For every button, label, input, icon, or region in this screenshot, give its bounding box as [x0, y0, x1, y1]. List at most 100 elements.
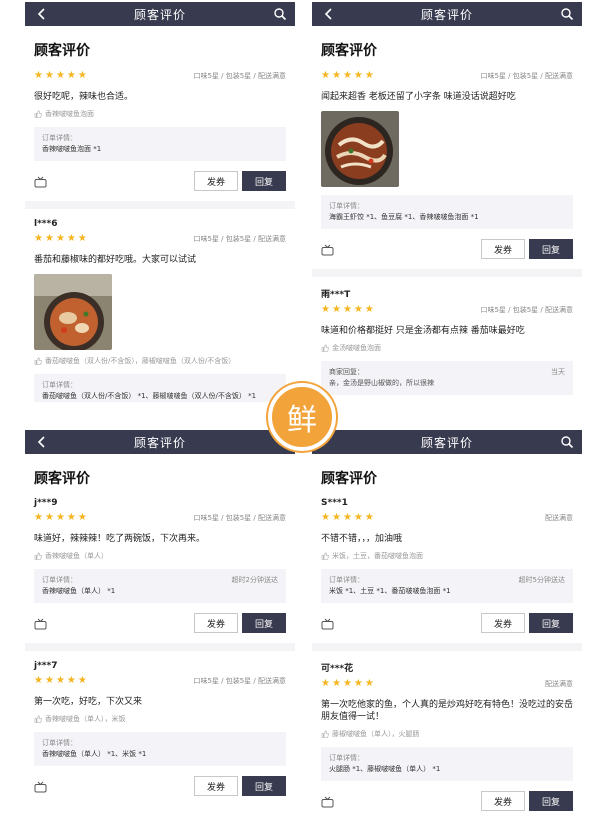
review-panel-bottom-right: 顾客评价 顾客评价 S***1 ★ ★ ★ ★ ★ 配送满意 不错不错，，，加油哦 米饭… [312, 430, 582, 820]
back-arrow-icon[interactable] [35, 7, 49, 21]
review-comment: 第一次吃他家的鱼，个人真的是炒鸡好吃有特色！没吃过的安岳朋友值得一试！ [321, 700, 574, 722]
section-title: 顾客评价 [321, 43, 377, 59]
order-detail: 订单详情： 海霸王虾饺 *1、鱼豆腐 *1、香辣啵啵鱼泡面 *1 [321, 195, 573, 229]
review-actions: 发券 回复 [321, 791, 573, 813]
score-summary: 配送满意 [545, 680, 573, 688]
thumbs-up-icon [321, 730, 329, 738]
star-rating: ★ ★ ★ ★ ★ [321, 305, 374, 315]
star-rating: ★ ★ ★ ★ ★ [321, 513, 374, 523]
score-summary: 口味5星 / 包装5星 / 配送满意 [480, 72, 573, 80]
star-icon: ★ [364, 512, 374, 523]
send-coupon-button[interactable]: 发券 [194, 171, 238, 191]
star-rating: ★ ★ ★ ★ ★ [34, 71, 87, 81]
reply-button[interactable]: 回复 [529, 613, 573, 633]
review-comment: 味道和价格都挺好 只是金汤都有点辣 番茄味最好吃 [321, 326, 525, 336]
star-icon: ★ [342, 70, 352, 81]
order-label: 订单详情： [329, 202, 364, 210]
tv-icon[interactable] [34, 176, 47, 188]
review-actions: 发券 回复 [34, 776, 286, 798]
thumbs-up-icon [34, 552, 42, 560]
search-icon[interactable] [560, 435, 574, 449]
back-arrow-icon[interactable] [35, 435, 49, 449]
order-label: 订单详情： [42, 381, 77, 389]
back-arrow-icon[interactable] [322, 7, 336, 21]
fresh-badge: 鲜 [268, 383, 336, 451]
send-coupon-button[interactable]: 发券 [194, 613, 238, 633]
send-coupon-button[interactable]: 发券 [481, 791, 525, 811]
order-items: 海霸王虾饺 *1、鱼豆腐 *1、香辣啵啵鱼泡面 *1 [329, 213, 479, 221]
reviewer-name: S***1 [321, 498, 348, 508]
order-detail: 订单详情： 超时2分钟送达 香辣啵啵鱼（单人） *1 [34, 569, 286, 603]
star-icon: ★ [364, 70, 374, 81]
review-card: l***6 ★ ★ ★ ★ ★ 口味5星 / 包装5星 / 配送满意 番茄和藤椒味的都好… [25, 201, 295, 402]
reply-button[interactable]: 回复 [242, 171, 286, 191]
liked-dishes-text: 米饭，土豆，番茄啵啵鱼泡面 [332, 552, 423, 560]
review-comment: 味道好，辣辣辣！吃了两碗饭，下次再来。 [34, 534, 206, 544]
tv-icon[interactable] [321, 796, 334, 808]
send-coupon-button[interactable]: 发券 [194, 776, 238, 796]
send-coupon-button[interactable]: 发券 [481, 613, 525, 633]
star-icon: ★ [66, 233, 76, 244]
liked-dishes: 金汤啵啵鱼泡面 [321, 343, 573, 353]
star-icon: ★ [77, 512, 87, 523]
review-card: j***7 ★ ★ ★ ★ ★ 口味5星 / 包装5星 / 配送满意 第一次吃，好吃，下… [25, 643, 295, 798]
reviewer-name: l***6 [34, 219, 58, 229]
star-icon: ★ [34, 512, 43, 523]
review-actions: 发券 回复 [321, 613, 573, 635]
review-card: ★ ★ ★ ★ ★ 口味5星 / 包装5星 / 配送满意 闻起来超香 老板还留了小字条 … [312, 70, 582, 261]
star-icon: ★ [353, 512, 363, 523]
review-comment: 闻起来超香 老板还留了小字条 味道没话说超好吃 [321, 92, 516, 102]
review-card: j***9 ★ ★ ★ ★ ★ 口味5星 / 包装5星 / 配送满意 味道好，辣辣辣！吃… [25, 498, 295, 635]
search-icon[interactable] [273, 7, 287, 21]
order-items: 米饭 *1、土豆 *1、番茄啵啵鱼泡面 *1 [329, 587, 451, 595]
star-icon: ★ [77, 675, 87, 686]
tv-icon[interactable] [34, 618, 47, 630]
tv-icon[interactable] [321, 618, 334, 630]
star-rating: ★ ★ ★ ★ ★ [321, 679, 374, 689]
reviewer-name: j***7 [34, 661, 58, 671]
liked-dishes-text: 香辣啵啵鱼泡面 [45, 110, 94, 118]
star-icon: ★ [77, 233, 87, 244]
send-coupon-button[interactable]: 发券 [481, 239, 525, 259]
star-icon: ★ [364, 304, 374, 315]
liked-dishes: 番茄啵啵鱼（双人份/不含饭），藤椒啵啵鱼（双人份/不含饭） [34, 356, 286, 366]
order-detail: 订单详情： 超时5分钟送达 米饭 *1、土豆 *1、番茄啵啵鱼泡面 *1 [321, 569, 573, 603]
reply-button[interactable]: 回复 [529, 239, 573, 259]
star-icon: ★ [66, 512, 76, 523]
reply-button[interactable]: 回复 [529, 791, 573, 811]
search-icon[interactable] [560, 7, 574, 21]
star-icon: ★ [44, 512, 54, 523]
star-rating: ★ ★ ★ ★ ★ [34, 234, 87, 244]
star-icon: ★ [55, 512, 65, 523]
liked-dishes: 藤椒啵啵鱼（单人），火腿肠 [321, 729, 573, 739]
reviewer-name: 雨***T [321, 290, 351, 300]
delivery-status: 超时5分钟送达 [518, 576, 565, 584]
thumbs-up-icon [34, 715, 42, 723]
nav-title: 顾客评价 [133, 435, 186, 450]
star-icon: ★ [55, 70, 65, 81]
delivery-status: 超时2分钟送达 [231, 576, 278, 584]
star-icon: ★ [353, 678, 363, 689]
order-detail: 订单详情： 香辣啵啵鱼泡面 *1 [34, 127, 286, 161]
review-photo[interactable] [321, 111, 399, 187]
review-photo[interactable] [34, 274, 112, 350]
tv-icon[interactable] [321, 244, 334, 256]
order-label: 订单详情： [42, 134, 77, 142]
reply-button[interactable]: 回复 [242, 613, 286, 633]
nav-bar: 顾客评价 [312, 430, 582, 454]
review-comment: 番茄和藤椒味的都好吃哦。大家可以试试 [34, 255, 197, 265]
reply-button[interactable]: 回复 [242, 776, 286, 796]
star-icon: ★ [66, 70, 76, 81]
review-card: 可***花 ★ ★ ★ ★ ★ 配送满意 第一次吃他家的鱼，个人真的是炒鸡好吃有特色！没… [312, 643, 582, 813]
review-actions: 发券 回复 [321, 239, 573, 261]
star-icon: ★ [342, 512, 352, 523]
order-items: 火腿肠 *1、藤椒啵啵鱼（单人） *1 [329, 765, 441, 773]
star-icon: ★ [34, 233, 43, 244]
liked-dishes-text: 藤椒啵啵鱼（单人），火腿肠 [332, 730, 420, 738]
star-icon: ★ [342, 304, 352, 315]
nav-bar: 顾客评价 [25, 2, 295, 26]
star-icon: ★ [321, 70, 330, 81]
thumbs-up-icon [34, 357, 42, 365]
score-summary: 口味5星 / 包装5星 / 配送满意 [193, 677, 286, 685]
tv-icon[interactable] [34, 781, 47, 793]
